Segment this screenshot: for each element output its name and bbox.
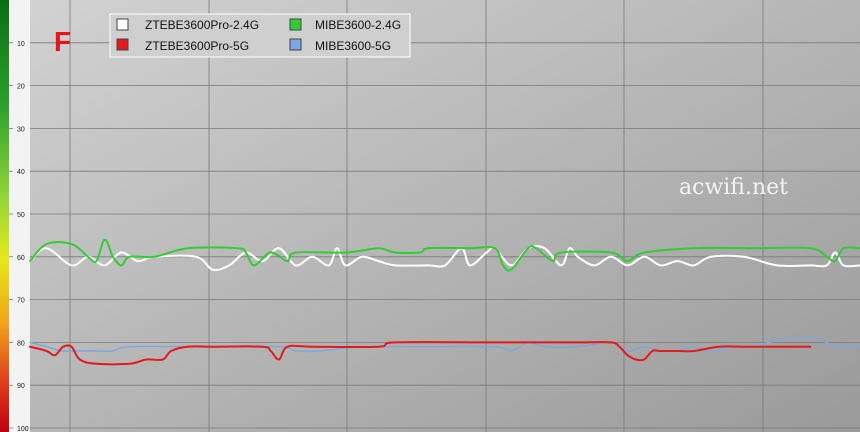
legend-swatch-mi-24g bbox=[289, 18, 302, 31]
y-tick-label: 30 bbox=[17, 126, 25, 133]
plot-background bbox=[30, 0, 860, 432]
legend-swatch-mi-5g bbox=[289, 38, 302, 51]
y-tick-label: 50 bbox=[17, 212, 25, 219]
signal-chart: 10 20 30 40 50 60 70 80 90 100 F acwifi.net ZTEBE… bbox=[0, 0, 860, 432]
y-tick-label: 90 bbox=[17, 383, 25, 390]
legend-label-mi-24g: MIBE3600-2.4G bbox=[315, 18, 401, 32]
legend-label-mi-5g: MIBE3600-5G bbox=[315, 39, 391, 53]
y-tick-label: 70 bbox=[17, 298, 25, 305]
color-scale-bar bbox=[0, 0, 9, 432]
legend-label-zte-24g: ZTEBE3600Pro-2.4G bbox=[145, 18, 259, 32]
legend-label-zte-5g: ZTEBE3600Pro-5G bbox=[145, 39, 249, 53]
grade-label: F bbox=[54, 26, 71, 57]
legend-swatch-zte-5g bbox=[116, 38, 129, 51]
chart-svg: 10 20 30 40 50 60 70 80 90 100 F acwifi.net ZTEBE… bbox=[0, 0, 860, 432]
watermark: acwifi.net bbox=[679, 175, 788, 200]
y-tick-label: 80 bbox=[17, 340, 25, 347]
legend-swatch-zte-24g bbox=[116, 18, 129, 31]
y-tick-label: 10 bbox=[17, 41, 25, 48]
legend: ZTEBE3600Pro-2.4G ZTEBE3600Pro-5G MIBE36… bbox=[109, 13, 411, 58]
y-tick-label: 40 bbox=[17, 169, 25, 176]
y-tick-label: 60 bbox=[17, 255, 25, 262]
y-tick-label: 20 bbox=[17, 84, 25, 91]
y-tick-label: 100 bbox=[17, 426, 29, 432]
